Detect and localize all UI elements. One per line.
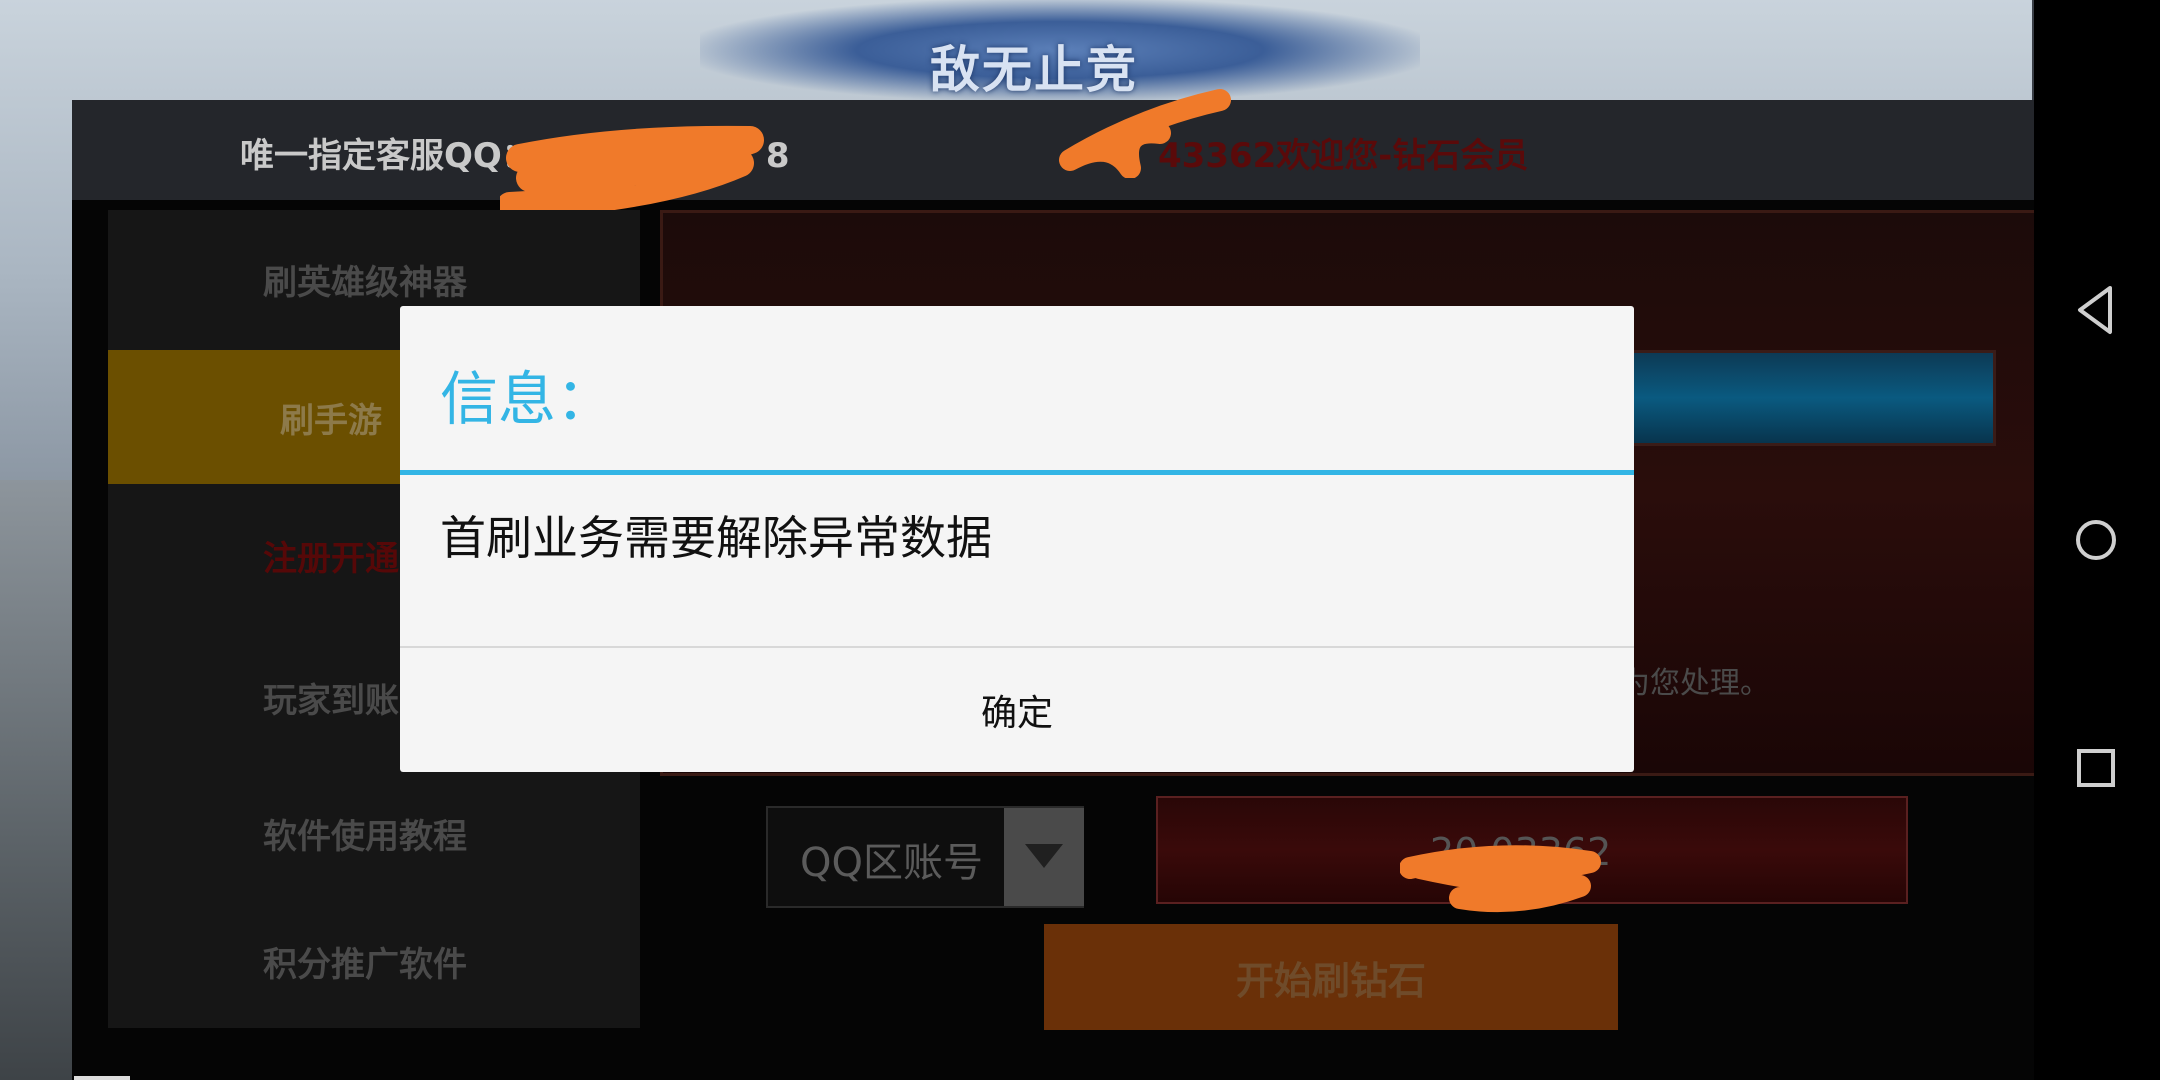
sidebar-item-label: 刷英雄级神器 <box>263 262 467 303</box>
back-triangle-icon[interactable] <box>2066 280 2126 340</box>
redaction-scribble-account <box>1400 845 1601 913</box>
sidebar-item-promotion[interactable]: 积分推广软件 <box>108 894 640 1028</box>
sidebar-item-label: 软件使用教程 <box>263 816 467 857</box>
sidebar-item-label: 积分推广软件 <box>263 944 467 985</box>
start-diamond-button[interactable]: 开始刷钻石 <box>1044 924 1618 1030</box>
corner-marker <box>74 1076 130 1080</box>
recent-square-icon[interactable] <box>2066 738 2126 798</box>
home-circle-icon[interactable] <box>2066 510 2126 570</box>
sidebar-item-tutorial[interactable]: 软件使用教程 <box>108 766 640 900</box>
sidebar-item-label: 注册开通 <box>263 538 399 579</box>
content-dropdown[interactable] <box>1620 350 1996 446</box>
dialog-title-divider <box>400 470 1634 475</box>
dialog-ok-button[interactable]: 确定 <box>400 648 1634 772</box>
sidebar-item-label: 刷手游 <box>280 400 382 441</box>
support-qq-prefix: 唯一指定客服QQ： <box>240 136 536 176</box>
background-buildings <box>0 480 75 1080</box>
redaction-scribble-welcome <box>1059 89 1231 178</box>
dialog-message: 首刷业务需要解除异常数据 <box>440 511 992 565</box>
sidebar-item-label: 玩家到账 <box>263 680 399 721</box>
chevron-down-icon[interactable] <box>1004 808 1084 906</box>
content-notice-text: 为您处理。 <box>1620 666 1770 701</box>
redaction-scribble-qq <box>500 125 764 214</box>
dialog-title: 信息： <box>440 365 615 433</box>
account-type-value: QQ区账号 <box>800 840 983 886</box>
